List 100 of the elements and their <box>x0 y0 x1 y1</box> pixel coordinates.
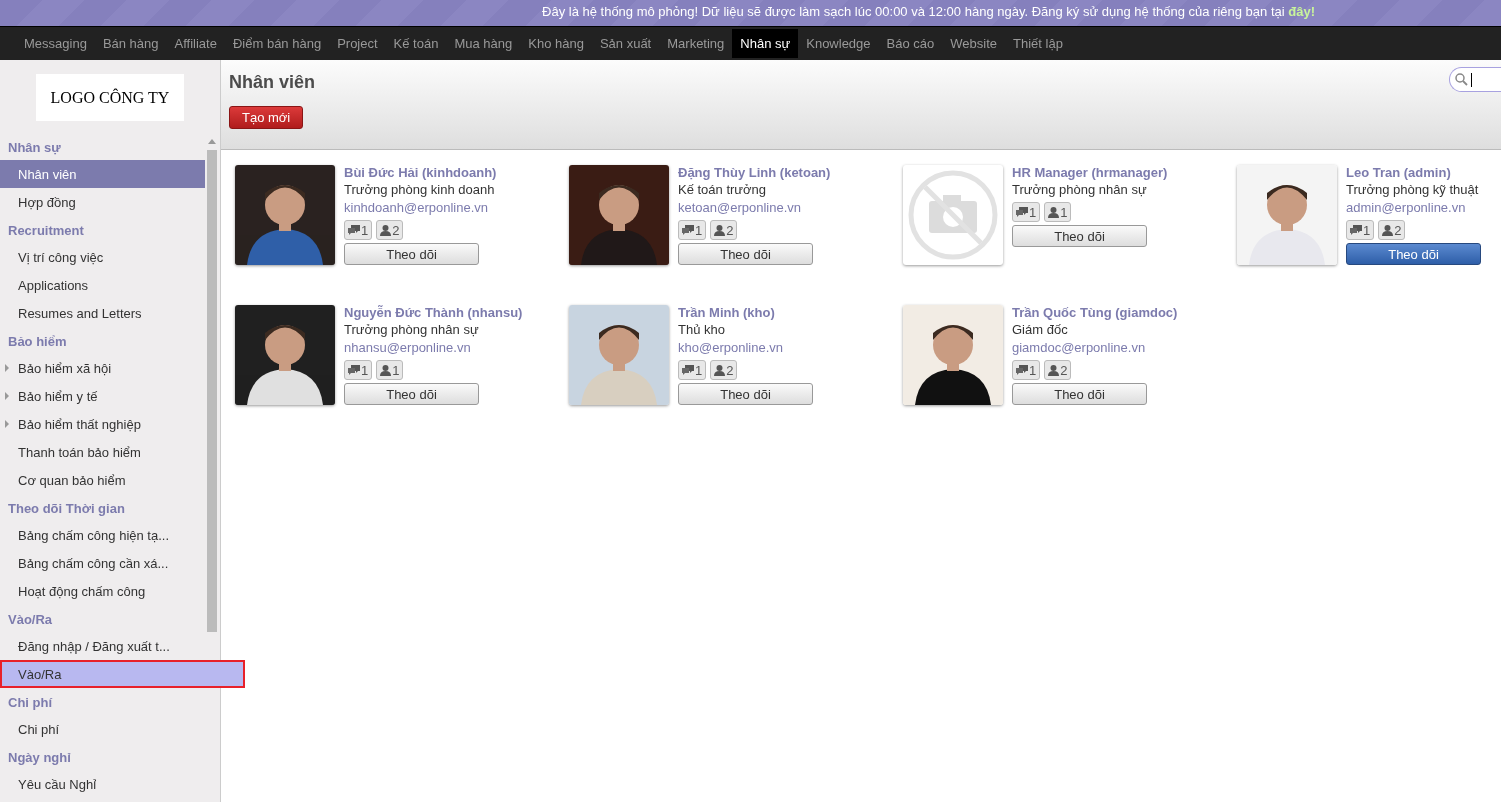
message-count[interactable]: 1 <box>678 220 707 240</box>
sidebar-item[interactable]: Nhân viên <box>0 160 205 188</box>
section-heading: Theo dõi Thời gian <box>7 500 126 518</box>
sidebar-item[interactable]: Resumes and Letters <box>0 299 205 327</box>
menu-tab[interactable]: Knowledge <box>798 29 879 58</box>
menu-tab[interactable]: Thiết lập <box>1005 29 1071 58</box>
menu-tab[interactable]: Affiliate <box>166 29 225 58</box>
sidebar-item[interactable]: Bảng chấm công hiện tạ... <box>0 521 205 549</box>
follow-button[interactable]: Theo dõi <box>1012 225 1147 247</box>
sidebar-item[interactable]: Chi phí <box>0 715 205 743</box>
item-label: Hoạt động chấm công <box>18 583 146 599</box>
follow-button[interactable]: Theo dõi <box>1346 243 1481 265</box>
menu-tab[interactable]: Bán hàng <box>94 29 167 58</box>
follow-button[interactable]: Theo dõi <box>1012 383 1147 405</box>
message-count[interactable]: 1 <box>1012 360 1041 380</box>
sidebar-item[interactable]: Cơ quan bảo hiểm <box>0 466 205 494</box>
item-label: Thanh toán bảo hiểm <box>18 444 141 460</box>
sidebar-item[interactable]: Yêu cầu Nghỉ <box>0 770 205 798</box>
menu-tab[interactable]: Báo cáo <box>878 29 943 58</box>
menu-tab[interactable]: Điểm bán hàng <box>224 29 330 58</box>
item-label: Bảo hiểm thất nghiệp <box>18 416 141 432</box>
expand-caret-icon[interactable] <box>5 364 9 372</box>
employee-name[interactable]: Bùi Đức Hải (kinhdoanh) <box>344 165 497 181</box>
item-label: Bảo hiểm y tế <box>18 388 98 404</box>
comments-icon <box>682 225 694 235</box>
comments-icon <box>1016 207 1028 217</box>
email-link[interactable]: kinhdoanh@erponline.vn <box>344 199 497 217</box>
employee-name[interactable]: HR Manager (hrmanager) <box>1012 165 1168 181</box>
sidebar-item[interactable]: Bảng chấm công cần xá... <box>0 549 205 577</box>
employee-name[interactable]: Trần Minh (kho) <box>678 305 813 321</box>
employee-name[interactable]: Trần Quốc Tùng (giamdoc) <box>1012 305 1178 321</box>
sidebar-item[interactable]: Vị trí công việc <box>0 243 205 271</box>
sidebar-item[interactable]: Vào/Ra <box>0 660 245 688</box>
follow-button[interactable]: Theo dõi <box>678 243 813 265</box>
employee-name[interactable]: Đặng Thùy Linh (ketoan) <box>678 165 831 181</box>
sidebar-item[interactable]: Thanh toán bảo hiểm <box>0 438 205 466</box>
employee-name[interactable]: Leo Tran (admin) <box>1346 165 1481 181</box>
person-icon <box>1048 364 1060 376</box>
follower-count[interactable]: 2 <box>710 360 738 380</box>
follow-button[interactable]: Theo dõi <box>678 383 813 405</box>
comments-icon <box>348 225 360 235</box>
item-label: Bảng chấm công hiện tạ... <box>18 527 170 543</box>
email-link[interactable]: kho@erponline.vn <box>678 339 813 357</box>
person-icon <box>714 224 726 236</box>
sidebar-item[interactable]: Bảo hiểm thất nghiệp <box>0 410 205 438</box>
sidebar-item[interactable]: Hoạt động chấm công <box>0 577 205 605</box>
item-label: Bảng chấm công cần xá... <box>18 555 169 571</box>
menu-tab[interactable]: Messaging <box>16 29 95 58</box>
menu-tab[interactable]: Sản xuất <box>591 29 660 58</box>
section-heading: Chi phí <box>7 694 54 712</box>
section-heading: Ngày nghỉ <box>7 749 72 767</box>
item-label: Resumes and Letters <box>18 305 142 321</box>
follow-button[interactable]: Theo dõi <box>344 383 479 405</box>
email-link[interactable]: admin@erponline.vn <box>1346 199 1481 217</box>
email-link[interactable]: giamdoc@erponline.vn <box>1012 339 1178 357</box>
section-heading: Bảo hiểm <box>7 333 68 351</box>
section-heading: Vào/Ra <box>7 611 54 629</box>
follower-count[interactable]: 2 <box>710 220 738 240</box>
message-count[interactable]: 1 <box>344 220 373 240</box>
section-heading: Nhân sự <box>7 139 62 157</box>
menu-tab[interactable]: Project <box>329 29 386 58</box>
job-title: Trưởng phòng nhân sự <box>344 321 480 339</box>
follower-count[interactable]: 2 <box>376 220 404 240</box>
menu-tab[interactable]: Nhân sự <box>732 29 799 58</box>
email-link[interactable]: nhansu@erponline.vn <box>344 339 523 357</box>
person-icon <box>1048 206 1060 218</box>
follower-count[interactable]: 2 <box>1044 360 1072 380</box>
item-label: Bảo hiểm xã hội <box>18 360 112 376</box>
create-button[interactable]: Tạo mới <box>229 106 304 129</box>
follower-count[interactable]: 2 <box>1378 220 1406 240</box>
expand-caret-icon[interactable] <box>5 392 9 400</box>
sidebar-item[interactable]: Đăng nhập / Đăng xuất t... <box>0 632 205 660</box>
sidebar-item[interactable]: Bảo hiểm xã hội <box>0 354 205 382</box>
item-label: Vào/Ra <box>18 666 62 682</box>
search-icon <box>1455 73 1468 86</box>
message-count[interactable]: 1 <box>1346 220 1375 240</box>
follower-count[interactable]: 1 <box>1044 202 1072 222</box>
follow-button[interactable]: Theo dõi <box>344 243 479 265</box>
job-title: Trưởng phòng nhân sự <box>1012 181 1148 199</box>
search-field[interactable] <box>1449 67 1501 92</box>
sidebar-item[interactable]: Applications <box>0 271 205 299</box>
menu-tab[interactable]: Marketing <box>659 29 733 58</box>
menu-tab[interactable]: Kế toán <box>385 29 447 58</box>
expand-caret-icon[interactable] <box>5 420 9 428</box>
item-label: Applications <box>18 277 89 293</box>
menu-tab[interactable]: Mua hàng <box>446 29 521 58</box>
comments-icon <box>682 365 694 375</box>
menu-tab[interactable]: Website <box>942 29 1005 58</box>
email-link[interactable]: ketoan@erponline.vn <box>678 199 831 217</box>
sidebar-item[interactable]: Bảo hiểm y tế <box>0 382 205 410</box>
comments-icon <box>348 365 360 375</box>
message-count[interactable]: 1 <box>344 360 373 380</box>
menu-tab[interactable]: Kho hàng <box>520 29 592 58</box>
message-count[interactable]: 1 <box>1012 202 1041 222</box>
sidebar-item[interactable]: Hợp đồng <box>0 188 205 216</box>
item-label: Cơ quan bảo hiểm <box>18 472 126 488</box>
message-count[interactable]: 1 <box>678 360 707 380</box>
follower-count[interactable]: 1 <box>376 360 404 380</box>
employee-name[interactable]: Nguyễn Đức Thành (nhansu) <box>344 305 523 321</box>
item-label: Yêu cầu Nghỉ <box>18 776 97 792</box>
